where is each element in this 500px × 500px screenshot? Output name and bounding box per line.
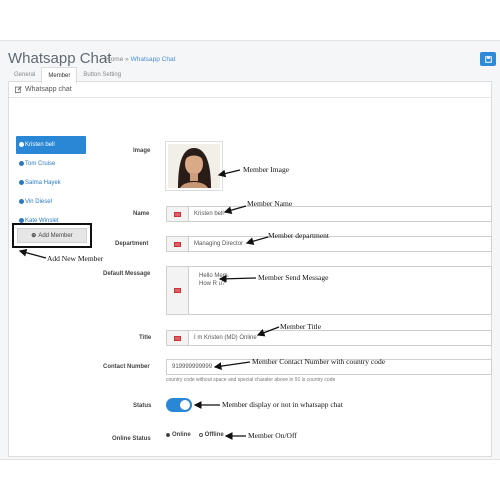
member-item-vin-diesel[interactable]: Vin Diesel [16,193,86,211]
contact-help-text: country code without space and special c… [166,377,336,383]
member-item-kristen-bell[interactable]: Kristen bell [16,136,86,154]
tab-button-setting[interactable]: Button Setting [77,67,127,84]
annotation-member-department: Member department [268,231,330,240]
language-flag[interactable] [167,267,189,314]
member-item-tom-cruise[interactable]: Tom Cruise [16,155,86,173]
language-flag[interactable] [167,331,189,345]
radio-unchecked-icon [198,433,203,437]
add-member-highlight: ⊕ Add Member [12,223,92,248]
radio-checked-icon [166,433,170,437]
annotation-member-display: Member display or not in whatsapp chat [222,400,343,409]
toggle-knob [180,400,190,410]
title-label: Title [139,335,152,341]
department-label: Department [115,241,149,247]
annotation-member-title: Member Title [280,322,322,331]
annotation-add-new-member: Add New Member [47,254,104,263]
department-value: Managing Director [194,241,244,247]
online-status-radio-group: Online Offline [166,432,224,438]
image-label: Image [133,148,151,154]
annotation-member-name: Member Name [247,199,293,208]
panel-heading: Whatsapp chat [9,82,491,98]
add-member-button[interactable]: ⊕ Add Member [17,228,87,243]
name-value: Kristen bell [194,211,224,217]
minus-circle-icon [19,198,24,204]
breadcrumb-home[interactable]: Home [106,56,123,63]
title-field[interactable]: I m Kristen (MD) Online [166,330,492,346]
panel-title: Whatsapp chat [25,86,72,93]
page-title: Whatsapp Chat [8,50,112,67]
minus-circle-icon [19,179,24,185]
minus-circle-icon [19,141,24,147]
default-message-value: Hello Mem. How R u? [199,273,230,287]
tab-member[interactable]: Member [41,67,78,84]
status-toggle[interactable] [166,398,192,412]
language-flag[interactable] [167,237,189,251]
member-item-salma-hayek[interactable]: Salma Hayek [16,174,86,192]
status-label: Status [133,403,152,409]
edit-icon [15,86,22,93]
flag-icon [174,211,181,217]
member-list: Kristen bell Tom Cruise Salma Hayek Vin … [16,136,86,231]
language-flag[interactable] [167,207,189,221]
plus-circle-icon: ⊕ [31,233,37,239]
save-button[interactable] [480,52,496,66]
online-status-label: Online Status [112,436,151,442]
default-message-label: Default Message [103,271,151,277]
tab-general[interactable]: General [8,67,41,84]
flag-icon [174,241,181,247]
offline-radio[interactable]: Offline [198,432,224,438]
title-value: I m Kristen (MD) Online [194,335,257,341]
flag-icon [174,288,181,293]
minus-circle-icon [19,160,24,166]
annotation-member-onoff: Member On/Off [248,431,297,440]
breadcrumb-separator: » [125,56,129,63]
contact-number-label: Contact Number [103,364,150,370]
name-field[interactable]: Kristen bell [166,206,492,222]
contact-number-value: 919999999999 [172,364,213,370]
breadcrumb-current[interactable]: Whatsapp Chat [131,56,176,63]
flag-icon [174,335,181,341]
save-icon [484,55,492,63]
online-radio[interactable]: Online [166,432,191,438]
name-label: Name [133,211,150,217]
tab-bar: General Member Button Setting [8,67,127,84]
annotation-member-image: Member Image [243,165,290,174]
default-message-field[interactable]: Hello Mem. How R u? [166,266,492,315]
annotation-member-send-message: Member Send Message [258,273,329,282]
annotation-member-contact: Member Contact Number with country code [252,357,386,366]
breadcrumb: Home » Whatsapp Chat [106,56,175,63]
member-photo-image [168,144,220,188]
member-photo[interactable] [165,141,223,191]
